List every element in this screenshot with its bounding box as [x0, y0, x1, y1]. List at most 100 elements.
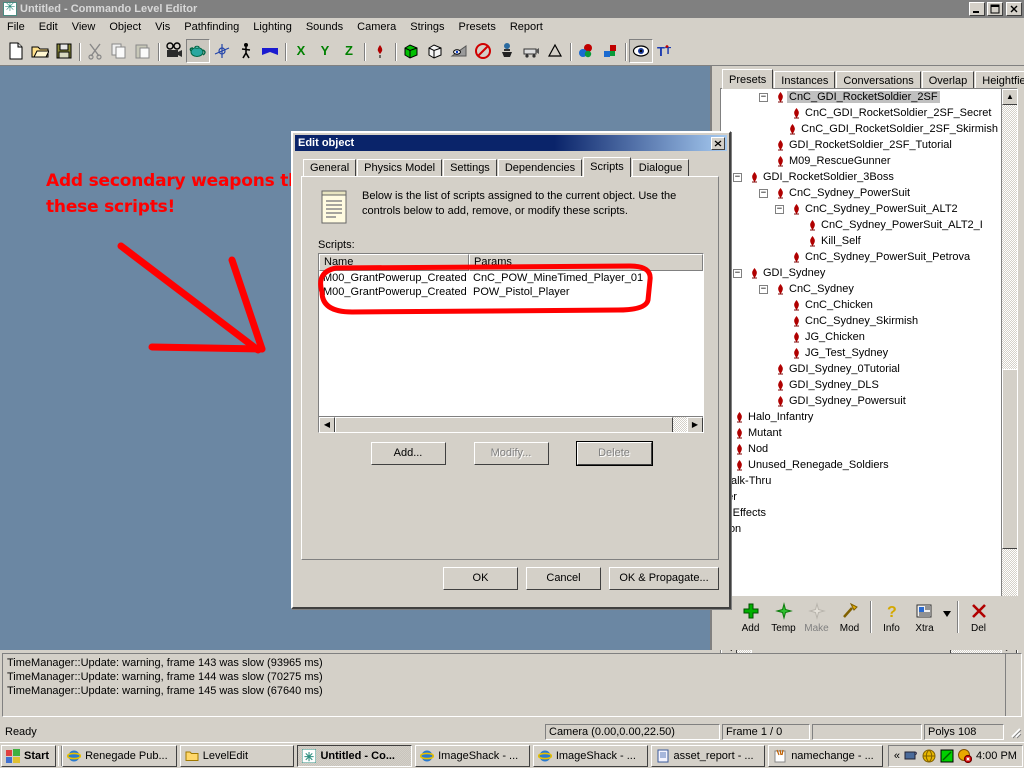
scripts-scroll-right-button[interactable]: ▶: [687, 417, 703, 433]
menu-edit[interactable]: Edit: [32, 20, 65, 34]
modify-script-button[interactable]: Modify...: [474, 442, 549, 465]
tree-item[interactable]: −GDI_RocketSoldier_3Boss: [721, 169, 1000, 185]
delete-script-button[interactable]: Delete: [577, 442, 652, 465]
tree-item[interactable]: GDI_Sydney_Powersuit: [721, 393, 1000, 409]
tree-item[interactable]: Nod: [721, 441, 1000, 457]
tree-item[interactable]: CnC_GDI_RocketSoldier_2SF_Secret: [721, 105, 1000, 121]
scripts-scroll-left-button[interactable]: ◀: [319, 417, 335, 433]
tree-vscroll-thumb[interactable]: [1002, 369, 1018, 549]
xtra-dropdown-chevron-down-icon[interactable]: [941, 599, 953, 629]
monitor-icon[interactable]: [904, 749, 918, 763]
menu-object[interactable]: Object: [102, 20, 148, 34]
dialog-tab-general[interactable]: General: [303, 159, 356, 177]
shield-x-icon[interactable]: [958, 749, 972, 763]
axis-y-icon[interactable]: Y: [313, 39, 337, 63]
globe-icon[interactable]: [922, 749, 936, 763]
taskbar-item-asset-report[interactable]: asset_report - ...: [651, 745, 766, 767]
axis-gizmo-icon[interactable]: [210, 39, 234, 63]
zone-icon[interactable]: [543, 39, 567, 63]
tree-item[interactable]: Halo_Infantry: [721, 409, 1000, 425]
tree-item[interactable]: GDI_Sydney_0Tutorial: [721, 361, 1000, 377]
menu-lighting[interactable]: Lighting: [246, 20, 299, 34]
cinema-icon[interactable]: [519, 39, 543, 63]
taskbar-item-imageshack-2[interactable]: ImageShack - ...: [533, 745, 648, 767]
cut-scissors-icon[interactable]: [83, 39, 107, 63]
tab-instances[interactable]: Instances: [774, 71, 835, 89]
tree-expander-minus-icon[interactable]: −: [759, 93, 768, 102]
tree-item[interactable]: −GDI_Sydney: [721, 265, 1000, 281]
ok-propagate-button[interactable]: OK & Propagate...: [609, 567, 719, 590]
dialog-tab-physics-model[interactable]: Physics Model: [357, 159, 442, 177]
terrain-icon[interactable]: [258, 39, 282, 63]
light-icon[interactable]: [495, 39, 519, 63]
open-folder-icon[interactable]: [28, 39, 52, 63]
add-script-button[interactable]: Add...: [371, 442, 446, 465]
scripts-horizontal-scrollbar[interactable]: ◀ ▶: [319, 416, 703, 432]
preset-add-button[interactable]: Add: [734, 599, 767, 634]
cancel-button[interactable]: Cancel: [526, 567, 601, 590]
tree-item[interactable]: CnC_Chicken: [721, 297, 1000, 313]
preset-make-button[interactable]: Make: [800, 599, 833, 634]
maximize-button[interactable]: [987, 2, 1003, 16]
output-log-pane[interactable]: TimeManager::Update: warning, frame 143 …: [2, 653, 1022, 717]
resize-grip-icon[interactable]: [1008, 725, 1022, 739]
tree-item[interactable]: GDI_RocketSoldier_2SF_Tutorial: [721, 137, 1000, 153]
tree-item[interactable]: −CnC_Sydney_PowerSuit: [721, 185, 1000, 201]
tab-heightfield[interactable]: Heightfield: [975, 71, 1024, 89]
tree-item[interactable]: al Effects: [721, 505, 1000, 521]
copy-icon[interactable]: [107, 39, 131, 63]
tree-expander-minus-icon[interactable]: −: [775, 205, 784, 214]
preset-xtra-button[interactable]: Xtra: [908, 599, 941, 634]
save-disk-icon[interactable]: [52, 39, 76, 63]
table-row[interactable]: M00_GrantPowerup_Created POW_Pistol_Play…: [319, 285, 703, 299]
start-button[interactable]: Start: [1, 745, 56, 767]
axis-z-icon[interactable]: Z: [337, 39, 361, 63]
column-header-name[interactable]: Name: [319, 254, 469, 271]
tree-item[interactable]: Walk-Thru: [721, 473, 1000, 489]
dialog-close-icon[interactable]: [711, 137, 725, 150]
tree-scroll-up-button[interactable]: ▲: [1002, 89, 1018, 105]
menu-report[interactable]: Report: [503, 20, 550, 34]
tray-clock[interactable]: 4:00 PM: [976, 750, 1017, 762]
big-eye-icon[interactable]: [629, 39, 653, 63]
tree-expander-minus-icon[interactable]: −: [733, 173, 742, 182]
tree-item[interactable]: JG_Chicken: [721, 329, 1000, 345]
tree-item[interactable]: CnC_Sydney_Skirmish: [721, 313, 1000, 329]
scripts-hscroll-track[interactable]: [673, 417, 687, 433]
menu-vis[interactable]: Vis: [148, 20, 177, 34]
tree-item[interactable]: ition: [721, 521, 1000, 537]
preset-mod-button[interactable]: Mod: [833, 599, 866, 634]
colored-blocks-icon[interactable]: [598, 39, 622, 63]
flame-icon[interactable]: [368, 39, 392, 63]
tree-item[interactable]: Mutant: [721, 425, 1000, 441]
preset-temp-button[interactable]: Temp: [767, 599, 800, 634]
menu-file[interactable]: File: [0, 20, 32, 34]
taskbar-item-untitled-commando[interactable]: ✳ Untitled - Co...: [297, 745, 412, 767]
dialog-tab-scripts[interactable]: Scripts: [583, 157, 631, 177]
tree-expander-minus-icon[interactable]: −: [759, 189, 768, 198]
tree-item[interactable]: −CnC_GDI_RocketSoldier_2SF: [721, 89, 1000, 105]
tree-expander-minus-icon[interactable]: −: [733, 269, 742, 278]
presets-tree-rows[interactable]: −CnC_GDI_RocketSoldier_2SFCnC_GDI_Rocket…: [721, 89, 1000, 638]
teapot-icon[interactable]: [186, 39, 210, 63]
tab-overlap[interactable]: Overlap: [922, 71, 975, 89]
close-button[interactable]: [1006, 2, 1022, 16]
tab-presets[interactable]: Presets: [722, 69, 773, 89]
tree-item[interactable]: ner: [721, 489, 1000, 505]
menu-camera[interactable]: Camera: [350, 20, 403, 34]
tree-item[interactable]: −CnC_Sydney_PowerSuit_ALT2: [721, 201, 1000, 217]
tree-item[interactable]: M09_RescueGunner: [721, 153, 1000, 169]
dialog-tab-dependencies[interactable]: Dependencies: [498, 159, 582, 177]
log-vertical-scrollbar[interactable]: [1005, 654, 1021, 716]
table-row[interactable]: M00_GrantPowerup_Created CnC_POW_MineTim…: [319, 271, 703, 285]
tree-expander-minus-icon[interactable]: −: [759, 285, 768, 294]
colored-spheres-icon[interactable]: [574, 39, 598, 63]
no-entry-icon[interactable]: [471, 39, 495, 63]
ok-button[interactable]: OK: [443, 567, 518, 590]
white-cube-icon[interactable]: [423, 39, 447, 63]
green-screen-icon[interactable]: [940, 749, 954, 763]
tree-item[interactable]: CnC_Sydney_PowerSuit_Petrova: [721, 249, 1000, 265]
tree-item[interactable]: CnC_GDI_RocketSoldier_2SF_Skirmish: [721, 121, 1000, 137]
presets-tree[interactable]: −CnC_GDI_RocketSoldier_2SFCnC_GDI_Rocket…: [720, 88, 1018, 656]
tree-vertical-scrollbar[interactable]: ▲ ▼: [1001, 89, 1017, 639]
